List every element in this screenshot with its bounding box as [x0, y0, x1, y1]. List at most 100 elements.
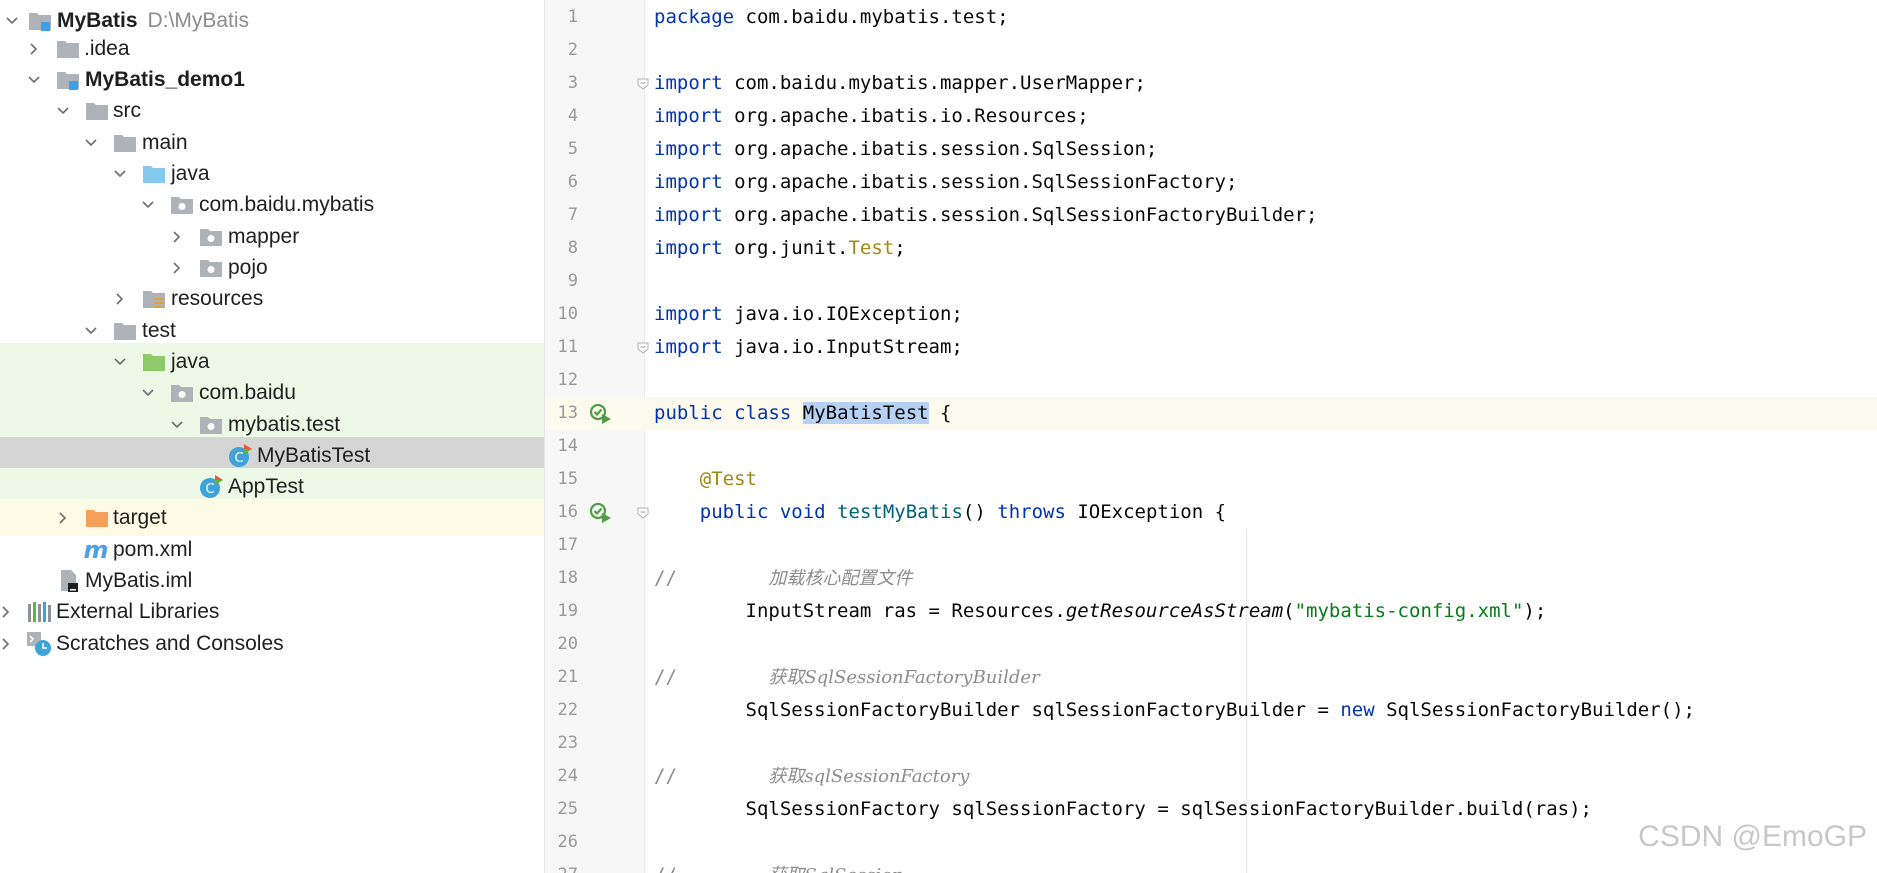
code-token: org.junit.: [722, 237, 849, 259]
code-line[interactable]: 3 import com.baidu.mybatis.mapper.UserMap…: [545, 67, 1877, 100]
line-number: 20: [557, 634, 578, 654]
line-number: 4: [567, 106, 578, 126]
code-token: org.apache.ibatis.session.SqlSessionFact…: [722, 171, 1238, 193]
libraries-icon: [26, 599, 52, 625]
chevron-right-icon[interactable]: [0, 634, 16, 654]
code-token: com.baidu.mybatis.mapper.UserMapper;: [722, 72, 1146, 94]
code-line[interactable]: 27 // 获取SqlSession: [545, 859, 1877, 873]
chevron-right-icon[interactable]: [53, 508, 73, 528]
line-number: 24: [557, 766, 578, 786]
chevron-down-icon[interactable]: [24, 70, 44, 90]
code-line[interactable]: 6 import org.apache.ibatis.session.SqlSes…: [545, 166, 1877, 199]
chevron-down-icon[interactable]: [110, 352, 130, 372]
fold-marker-icon[interactable]: [636, 506, 650, 520]
fold-marker-icon[interactable]: [636, 341, 650, 355]
folder-icon: [112, 318, 138, 344]
chevron-right-icon[interactable]: [24, 39, 44, 59]
chevron-right-icon[interactable]: [0, 602, 16, 622]
code-line[interactable]: 11 import java.io.InputStream;: [545, 331, 1877, 364]
tree-item-scratches[interactable]: Scratches and Consoles: [0, 625, 544, 662]
line-number: 7: [567, 205, 578, 225]
code-line[interactable]: 24 // 获取sqlSessionFactory: [545, 760, 1877, 793]
code-line[interactable]: 9: [545, 265, 1877, 298]
chevron-down-icon[interactable]: [2, 11, 22, 31]
project-tool-window: MyBatis D:\MyBatis .idea MyBatis_demo1 sr…: [0, 0, 545, 873]
code-line[interactable]: 17: [545, 529, 1877, 562]
fold-marker-icon[interactable]: [636, 77, 650, 91]
line-number: 16: [557, 502, 578, 522]
code-text: public void testMyBatis() throws IOExcep…: [654, 496, 1226, 529]
code-token: @Test: [699, 468, 757, 490]
package-icon: [198, 255, 224, 281]
chevron-right-icon[interactable]: [167, 258, 187, 278]
code-line[interactable]: 10 import java.io.IOException;: [545, 298, 1877, 331]
run-test-icon[interactable]: [589, 402, 613, 426]
tree-item-label: java: [171, 161, 210, 185]
code-token: InputStream ras = Resources.: [654, 600, 1066, 622]
code-line[interactable]: 15 @Test: [545, 463, 1877, 496]
code-line[interactable]: 21 // 获取SqlSessionFactoryBuilder: [545, 661, 1877, 694]
code-line[interactable]: 12: [545, 364, 1877, 397]
code-line[interactable]: 4 import org.apache.ibatis.io.Resources;: [545, 100, 1877, 133]
code-token: java.io.IOException;: [722, 303, 963, 325]
excluded-folder-icon: [84, 505, 110, 531]
folder-icon: [112, 130, 138, 156]
resources-folder-icon: [141, 286, 167, 312]
line-number: 19: [557, 601, 578, 621]
chevron-down-icon[interactable]: [81, 321, 101, 341]
tree-item-label: target: [113, 505, 167, 529]
code-token: SqlSessionFactory sqlSessionFactory = sq…: [654, 798, 1593, 820]
folder-icon: [55, 36, 81, 62]
code-text: // 获取SqlSession: [654, 859, 904, 873]
folder-icon: [84, 98, 110, 124]
code-line[interactable]: 19 InputStream ras = Resources.getResour…: [545, 595, 1877, 628]
run-test-icon[interactable]: [589, 501, 613, 525]
chevron-right-icon[interactable]: [110, 289, 130, 309]
line-number: 18: [557, 568, 578, 588]
chevron-down-icon[interactable]: [110, 164, 130, 184]
chevron-down-icon[interactable]: [138, 195, 158, 215]
code-token: //: [654, 567, 769, 589]
tree-item-label: main: [142, 130, 188, 154]
code-line[interactable]: 13 public class MyBatisTest {: [545, 397, 1877, 430]
code-line[interactable]: 22 SqlSessionFactoryBuilder sqlSessionFa…: [545, 694, 1877, 727]
chevron-down-icon[interactable]: [138, 383, 158, 403]
line-number: 9: [567, 271, 578, 291]
code-line[interactable]: 18 // 加载核心配置文件: [545, 562, 1877, 595]
code-line[interactable]: 5 import org.apache.ibatis.session.SqlSes…: [545, 133, 1877, 166]
code-line[interactable]: 14: [545, 430, 1877, 463]
code-line[interactable]: 8 import org.junit.Test;: [545, 232, 1877, 265]
chevron-right-icon[interactable]: [167, 227, 187, 247]
code-token: (: [1283, 600, 1295, 622]
code-token: );: [1523, 600, 1547, 622]
code-line[interactable]: 1 package com.baidu.mybatis.test;: [545, 1, 1877, 34]
code-text: import org.apache.ibatis.session.SqlSess…: [654, 199, 1317, 232]
code-line[interactable]: 23: [545, 727, 1877, 760]
line-number: 21: [557, 667, 578, 687]
code-editor[interactable]: 1 package com.baidu.mybatis.test; 2 3 import…: [545, 0, 1877, 873]
chevron-down-icon[interactable]: [81, 133, 101, 153]
code-token: public: [654, 402, 723, 424]
chevron-down-icon[interactable]: [53, 101, 73, 121]
code-line[interactable]: 7 import org.apache.ibatis.session.SqlSes…: [545, 199, 1877, 232]
tree-item-label: pom.xml: [113, 537, 193, 561]
code-token: import: [654, 237, 723, 259]
line-number: 17: [557, 535, 578, 555]
tree-item-label: MyBatis.iml: [85, 568, 193, 592]
code-token: import: [654, 336, 723, 358]
code-line[interactable]: 2: [545, 34, 1877, 67]
code-line[interactable]: 16 public void testMyBatis() throws IOEx…: [545, 496, 1877, 529]
code-text: public class MyBatisTest {: [654, 397, 951, 430]
chevron-down-icon[interactable]: [167, 415, 187, 435]
tree-item-label: test: [142, 318, 176, 342]
line-number: 1: [567, 7, 578, 27]
test-class-icon: C: [198, 474, 224, 500]
line-number: 8: [567, 238, 578, 258]
package-icon: [198, 224, 224, 250]
line-number: 23: [557, 733, 578, 753]
line-number: 5: [567, 139, 578, 159]
code-line[interactable]: 20: [545, 628, 1877, 661]
code-token: new: [1340, 699, 1375, 721]
